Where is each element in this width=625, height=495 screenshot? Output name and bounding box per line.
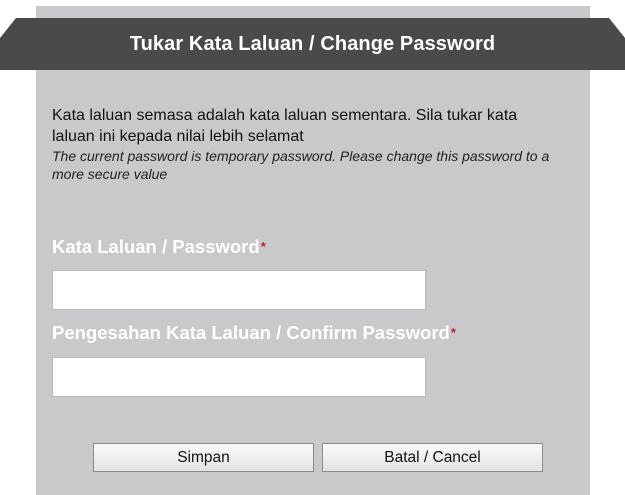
password-input[interactable] <box>52 270 426 310</box>
required-marker: * <box>450 325 456 340</box>
password-label-text: Kata Laluan / Password <box>52 236 260 257</box>
dialog-title: Tukar Kata Laluan / Change Password <box>129 33 496 55</box>
confirm-password-input[interactable] <box>52 357 426 397</box>
info-message: Kata laluan semasa adalah kata laluan se… <box>52 105 572 183</box>
dialog-header: Tukar Kata Laluan / Change Password <box>0 18 625 70</box>
required-marker: * <box>260 239 266 254</box>
message-english: The current password is temporary passwo… <box>52 148 550 182</box>
message-malay: Kata laluan semasa adalah kata laluan se… <box>52 107 518 145</box>
save-button[interactable]: Simpan <box>93 443 314 472</box>
cancel-button[interactable]: Batal / Cancel <box>322 443 543 472</box>
confirm-password-label: Pengesahan Kata Laluan / Confirm Passwor… <box>52 322 456 344</box>
confirm-password-label-text: Pengesahan Kata Laluan / Confirm Passwor… <box>52 322 450 343</box>
password-label: Kata Laluan / Password* <box>52 236 266 258</box>
